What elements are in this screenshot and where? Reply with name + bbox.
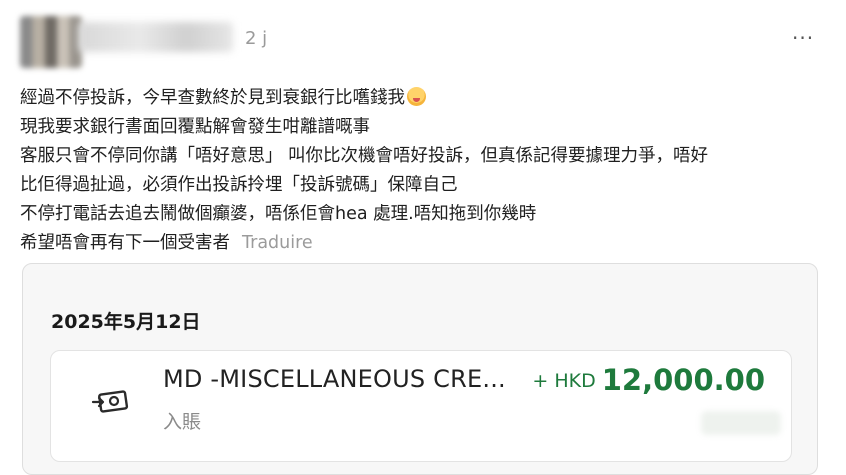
translate-link[interactable]: Traduire (242, 233, 313, 253)
transaction-row[interactable]: MD -MISCELLANEOUS CRE... 入賬 + HKD 12,000.… (50, 350, 792, 462)
post-body: 經過不停投訴，今早查數終於見到衰銀行比嚿錢我 現我要求銀行書面回覆點解會發生咁離… (20, 84, 830, 258)
username-redacted[interactable] (78, 22, 233, 52)
post-line: 比佢得過扯過，必須作出投訴拎埋「投訴號碼」保障自己 (20, 175, 458, 195)
post-header: 2 j ··· (0, 0, 846, 80)
amount-value: 12,000.00 (601, 363, 765, 397)
money-transfer-icon (91, 390, 129, 413)
transaction-date: 2025年5月12日 (51, 311, 201, 333)
redacted-area (701, 411, 781, 435)
transaction-title: MD -MISCELLANEOUS CRE... (163, 365, 506, 393)
avatar[interactable] (20, 16, 82, 68)
transaction-type: 入賬 (163, 411, 202, 433)
face-emoji-icon (407, 87, 426, 106)
amount-currency: + HKD (532, 370, 596, 392)
post-line: 經過不停投訴，今早查數終於見到衰銀行比嚿錢我 (20, 84, 830, 113)
transaction-amount: + HKD 12,000.00 (532, 363, 765, 397)
post-line: 客服只會不停同你講「唔好意思」 叫你比次機會唔好投訴，但真係記得要據理力爭，唔好 (20, 146, 709, 166)
post-line: 希望唔會再有下一個受害者 Traduire (20, 233, 313, 253)
post-line: 現我要求銀行書面回覆點解會發生咁離譜嘅事 (20, 117, 370, 137)
more-options-icon[interactable]: ··· (792, 26, 814, 50)
post-timestamp: 2 j (245, 28, 268, 49)
post-line: 不停打電話去追去鬧做個癲婆，唔係佢會hea 處理.唔知拖到你幾時 (20, 204, 537, 224)
attached-screenshot-card[interactable]: 2025年5月12日 MD -MISCELLANEOUS CRE... 入賬 +… (22, 263, 818, 475)
